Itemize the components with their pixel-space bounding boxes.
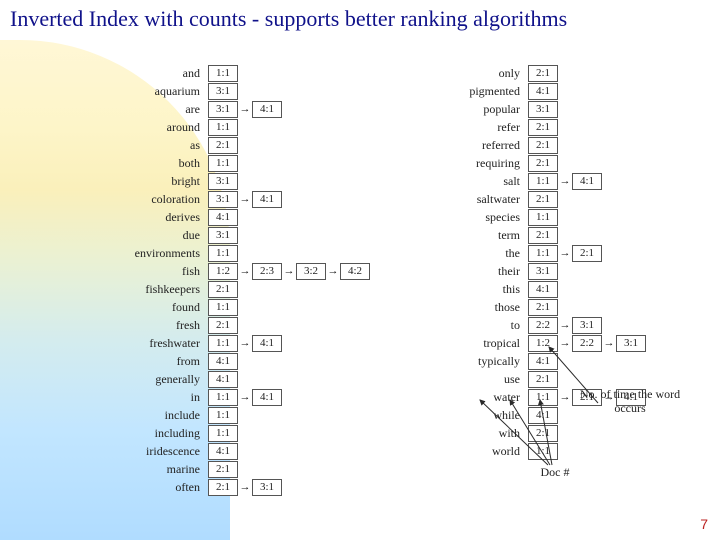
page-number: 7 xyxy=(700,516,708,532)
arrow-to-count xyxy=(0,0,720,540)
note-docnum-text: Doc # xyxy=(541,465,570,479)
note-docnum-label: Doc # xyxy=(525,466,585,480)
note-count-text: No. of time the word occurs xyxy=(580,387,680,415)
note-count-label: No. of time the word occurs xyxy=(570,388,690,416)
